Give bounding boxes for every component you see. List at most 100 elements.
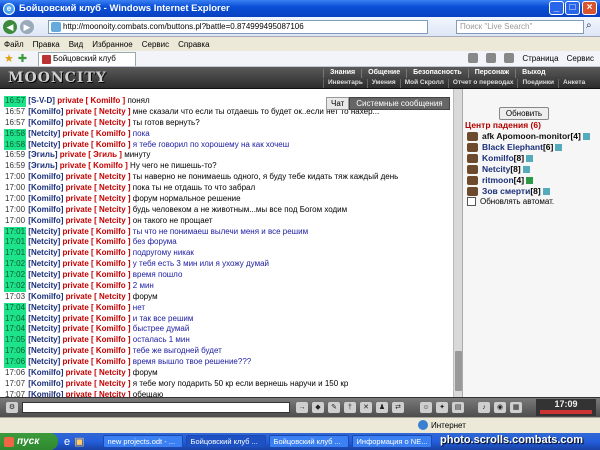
auto-refresh-toggle[interactable]: Обновлять автомат. (467, 197, 554, 206)
message-recipient[interactable]: private [ Komilfo ] (60, 161, 128, 170)
quicklaunch-ie-icon[interactable]: e (64, 436, 70, 448)
user-name[interactable]: afk Apomoon-monitor (482, 131, 570, 141)
nav-transfers[interactable]: Отчет о переводах (447, 79, 518, 88)
room-user[interactable]: ritmoon[4] (467, 175, 534, 186)
message-recipient[interactable]: private [ Netcity ] (66, 292, 131, 301)
message-sender[interactable]: [Netcity] (28, 335, 60, 344)
brush-icon[interactable]: ✎ (328, 402, 340, 413)
back-icon[interactable]: ◀ (3, 19, 17, 34)
nav-skills[interactable]: Умения (366, 79, 400, 88)
filter-icon[interactable]: ▤ (452, 402, 464, 413)
message-recipient[interactable]: private [ Netcity ] (66, 107, 131, 116)
message-recipient[interactable]: private [ Komilfo ] (63, 140, 131, 149)
message-recipient[interactable]: private [ Komilfo ] (63, 248, 131, 257)
message-recipient[interactable]: private [ Komilfo ] (57, 96, 125, 105)
nav-inventory[interactable]: Инвентарь (323, 79, 367, 88)
room-user[interactable]: afk Apomoon-monitor[4] (467, 131, 590, 142)
menu-file[interactable]: Файл (4, 40, 24, 49)
home-icon[interactable] (468, 53, 479, 63)
user-info-icon[interactable] (526, 177, 534, 185)
message-sender[interactable]: [S-V-D] (28, 96, 55, 105)
user-info-icon[interactable] (542, 188, 550, 196)
message-sender[interactable]: [Komilfo] (28, 216, 63, 225)
move-icon[interactable]: ⇄ (392, 402, 404, 413)
message-recipient[interactable]: private [ Netcity ] (66, 216, 131, 225)
message-recipient[interactable]: private [ Эгиль ] (60, 150, 122, 159)
address-input[interactable]: http://moonoity.combats.com/buttons.pl?b… (48, 20, 428, 34)
message-recipient[interactable]: private [ Komilfo ] (63, 129, 131, 138)
menu-help[interactable]: Справка (178, 40, 209, 49)
private-message-icon[interactable] (467, 165, 478, 175)
chat-input[interactable] (22, 402, 290, 413)
nav-security[interactable]: Безопасность (406, 69, 468, 78)
user-info-icon[interactable] (526, 155, 534, 163)
message-sender[interactable]: [Netcity] (28, 346, 60, 355)
forward-icon[interactable]: ▶ (20, 19, 34, 34)
user-name[interactable]: Komilfo (482, 153, 514, 163)
message-recipient[interactable]: private [ Netcity ] (66, 368, 131, 377)
message-sender[interactable]: [Эгиль] (28, 150, 57, 159)
music-icon[interactable]: ♪ (478, 402, 490, 413)
minimize-button[interactable]: _ (549, 1, 564, 15)
message-recipient[interactable]: private [ Komilfo ] (63, 227, 131, 236)
send-icon[interactable]: → (296, 402, 308, 413)
room-user[interactable]: Komilfo[8] (467, 153, 534, 164)
chat-scroll-thumb[interactable] (455, 351, 462, 391)
private-message-icon[interactable] (467, 143, 478, 153)
window-title-bar[interactable]: e Бойцовский клуб - Windows Internet Exp… (0, 0, 600, 17)
private-message-icon[interactable] (467, 187, 478, 197)
room-user[interactable]: Зов смерти[8] (467, 186, 550, 197)
message-recipient[interactable]: private [ Komilfo ] (63, 237, 131, 246)
task-combats-1[interactable]: Бойцовский клуб ... (185, 435, 266, 448)
message-sender[interactable]: [Komilfo] (28, 172, 63, 181)
private-message-icon[interactable] (467, 132, 478, 142)
room-user[interactable]: Black Elephant[6] (467, 142, 563, 153)
favorites-star-icon[interactable]: ★ (4, 52, 14, 65)
page-menu[interactable]: Страница (522, 54, 558, 63)
message-recipient[interactable]: private [ Komilfo ] (63, 270, 131, 279)
message-sender[interactable]: [Komilfo] (28, 183, 63, 192)
message-sender[interactable]: [Netcity] (28, 314, 60, 323)
tools-menu[interactable]: Сервис (567, 54, 594, 63)
quicklaunch-explorer-icon[interactable]: ▣ (74, 435, 84, 448)
message-recipient[interactable]: private [ Netcity ] (66, 194, 131, 203)
message-recipient[interactable]: private [ Komilfo ] (63, 357, 131, 366)
walk-icon[interactable]: ♟ (376, 402, 388, 413)
message-recipient[interactable]: private [ Komilfo ] (63, 259, 131, 268)
nav-character[interactable]: Персонаж (467, 69, 515, 78)
message-sender[interactable]: [Komilfo] (28, 379, 63, 388)
search-input[interactable]: Поиск "Live Search" (456, 20, 584, 34)
menu-tools[interactable]: Сервис (142, 40, 169, 49)
clear-icon[interactable]: ✦ (436, 402, 448, 413)
message-recipient[interactable]: private [ Komilfo ] (63, 324, 131, 333)
message-sender[interactable]: [Komilfo] (28, 107, 63, 116)
private-message-icon[interactable] (467, 154, 478, 164)
message-recipient[interactable]: private [ Netcity ] (66, 172, 131, 181)
start-button[interactable]: пуск (0, 433, 58, 450)
sound-icon[interactable]: ◉ (494, 402, 506, 413)
message-sender[interactable]: [Komilfo] (28, 194, 63, 203)
user-info-icon[interactable] (555, 144, 563, 152)
close-button[interactable]: × (582, 1, 597, 15)
task-info[interactable]: Информация о NE... (351, 435, 432, 448)
task-new-projects[interactable]: new projects.odt - ... (102, 435, 183, 448)
user-info-icon[interactable] (582, 133, 590, 141)
message-recipient[interactable]: private [ Netcity ] (66, 379, 131, 388)
add-favorite-icon[interactable]: ✚ (18, 52, 27, 65)
fight-icon[interactable]: ✕ (360, 402, 372, 413)
message-sender[interactable]: [Netcity] (28, 259, 60, 268)
message-recipient[interactable]: private [ Komilfo ] (63, 335, 131, 344)
refresh-button[interactable]: Обновить (499, 107, 549, 120)
message-sender[interactable]: [Netcity] (28, 281, 60, 290)
nav-my-scroll[interactable]: Мой Скролл (399, 79, 448, 88)
user-name[interactable]: Netcity (482, 164, 510, 174)
message-recipient[interactable]: private [ Komilfo ] (63, 346, 131, 355)
message-sender[interactable]: [Komilfo] (28, 292, 63, 301)
message-recipient[interactable]: private [ Netcity ] (66, 183, 131, 192)
message-recipient[interactable]: private [ Komilfo ] (63, 303, 131, 312)
search-icon[interactable]: ⌕ (586, 20, 598, 34)
nav-knowledge[interactable]: Знания (323, 69, 361, 78)
menu-edit[interactable]: Правка (33, 40, 60, 49)
private-message-icon[interactable] (467, 176, 478, 186)
message-sender[interactable]: [Эгиль] (28, 161, 57, 170)
